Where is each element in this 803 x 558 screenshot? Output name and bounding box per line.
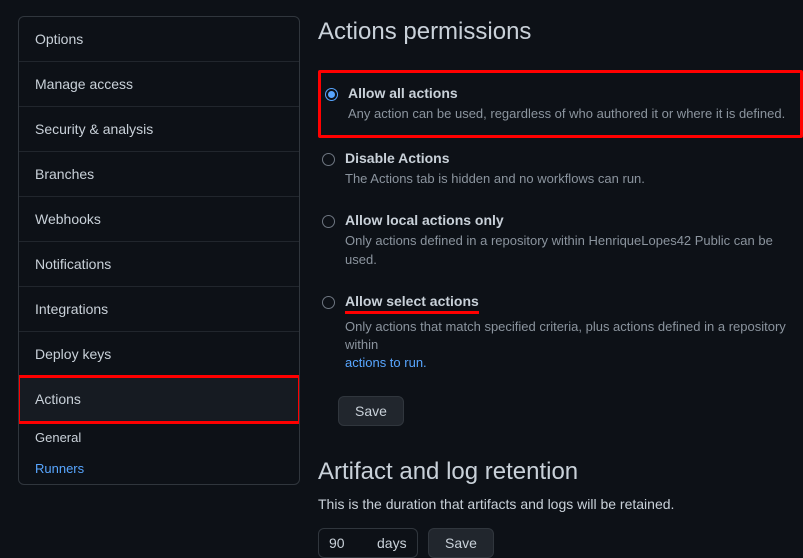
radio-select-actions-label: Allow select actions — [345, 293, 479, 314]
sidebar-item-actions[interactable]: Actions — [19, 377, 299, 422]
sidebar-item-branches[interactable]: Branches — [19, 152, 299, 197]
radio-allow-all-label: Allow all actions — [348, 85, 785, 101]
sidebar-item-notifications[interactable]: Notifications — [19, 242, 299, 287]
retention-days-input[interactable] — [329, 535, 359, 551]
retention-row: days Save — [318, 528, 803, 558]
radio-allow-all[interactable]: Allow all actions Any action can be used… — [318, 70, 803, 138]
radio-disable-input[interactable] — [322, 153, 335, 166]
radio-select-actions[interactable]: Allow select actions Only actions that m… — [318, 281, 803, 385]
retention-heading: Artifact and log retention — [318, 458, 803, 486]
radio-local-only-desc: Only actions defined in a repository wit… — [345, 232, 791, 268]
radio-local-only[interactable]: Allow local actions only Only actions de… — [318, 200, 803, 280]
sidebar-subitem-general[interactable]: General — [19, 422, 299, 453]
radio-local-only-label: Allow local actions only — [345, 212, 791, 228]
sidebar-item-options[interactable]: Options — [19, 17, 299, 62]
sidebar-menu: Options Manage access Security & analysi… — [18, 16, 300, 485]
radio-select-desc-link[interactable]: actions to run. — [345, 355, 427, 370]
sidebar-item-deploy-keys[interactable]: Deploy keys — [19, 332, 299, 377]
radio-local-only-input[interactable] — [322, 215, 335, 228]
radio-select-actions-input[interactable] — [322, 296, 335, 309]
radio-allow-all-desc: Any action can be used, regardless of wh… — [348, 105, 785, 123]
radio-allow-all-input[interactable] — [325, 88, 338, 101]
radio-select-desc-text: Only actions that match specified criter… — [345, 319, 786, 352]
save-permissions-button[interactable]: Save — [338, 396, 404, 426]
sidebar-item-webhooks[interactable]: Webhooks — [19, 197, 299, 242]
sidebar-item-manage-access[interactable]: Manage access — [19, 62, 299, 107]
save-retention-button[interactable]: Save — [428, 528, 494, 558]
radio-disable[interactable]: Disable Actions The Actions tab is hidde… — [318, 138, 803, 200]
radio-select-actions-desc: Only actions that match specified criter… — [345, 318, 791, 373]
settings-sidebar: Options Manage access Security & analysi… — [0, 0, 300, 532]
retention-days-wrapper: days — [318, 528, 418, 558]
sidebar-subitem-runners[interactable]: Runners — [19, 453, 299, 484]
retention-days-unit: days — [377, 535, 407, 551]
radio-disable-label: Disable Actions — [345, 150, 645, 166]
sidebar-item-security-analysis[interactable]: Security & analysis — [19, 107, 299, 152]
radio-disable-desc: The Actions tab is hidden and no workflo… — [345, 170, 645, 188]
retention-desc: This is the duration that artifacts and … — [318, 496, 803, 512]
main-content: Actions permissions Allow all actions An… — [300, 0, 803, 532]
sidebar-item-integrations[interactable]: Integrations — [19, 287, 299, 332]
permissions-radio-group: Allow all actions Any action can be used… — [318, 70, 803, 384]
permissions-heading: Actions permissions — [318, 18, 803, 46]
